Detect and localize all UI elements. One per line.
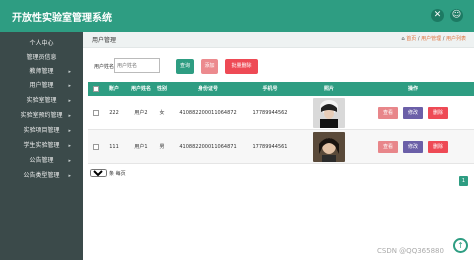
cell-id-card: 410882200011064872 — [179, 110, 237, 116]
sidebar-item-announcement-types[interactable]: 公告类型管理 ▸ — [0, 170, 83, 182]
col-name: 用户姓名 — [130, 86, 151, 92]
pagination-size: 10条 每页 — [90, 169, 126, 177]
cell-account: 111 — [109, 144, 119, 150]
select-all-checkbox[interactable] — [93, 86, 99, 92]
sidebar-item-student-experiments[interactable]: 学生实验管理 ▸ — [0, 140, 83, 152]
batch-delete-button[interactable]: 批量删除 — [225, 59, 258, 74]
sidebar-item-label: 公告类型管理 — [23, 172, 60, 179]
sidebar-item-label: 用户管理 — [29, 82, 54, 89]
sidebar-item-label: 公告管理 — [29, 157, 54, 164]
breadcrumb-current[interactable]: 用户管理 — [421, 36, 441, 42]
breadcrumb-home[interactable]: 首页 — [406, 36, 416, 42]
cell-name: 用户1 — [134, 144, 148, 150]
sidebar-item-admin-info[interactable]: 管理员信息 — [0, 52, 83, 64]
sidebar-item-users[interactable]: 用户管理 ▸ — [0, 80, 83, 92]
delete-button[interactable]: 删除 — [428, 141, 448, 153]
user-photo — [313, 132, 345, 162]
cell-name: 用户2 — [134, 110, 148, 116]
sidebar-item-teachers[interactable]: 教师管理 ▸ — [0, 66, 83, 78]
search-input[interactable] — [114, 58, 160, 73]
table-row: 111 用户1 男 410882200011064871 17789944561… — [88, 130, 474, 164]
user-table: 账户 用户姓名 性别 身份证号 手机号 照片 操作 222 用户2 女 4108… — [88, 82, 474, 164]
col-photo: 照片 — [323, 86, 334, 92]
cell-gender: 男 — [159, 144, 165, 150]
app-title: 开放性实验室管理系统 — [12, 13, 112, 24]
page-title: 用户管理 — [92, 37, 117, 44]
row-checkbox[interactable] — [93, 144, 99, 150]
cell-id-card: 410882200011064871 — [179, 144, 237, 150]
page-size-select[interactable]: 10 — [90, 169, 107, 177]
search-label: 用户姓名 — [94, 64, 115, 70]
sidebar-item-label: 个人中心 — [29, 40, 54, 47]
sidebar-item-label: 实验室预约管理 — [20, 112, 63, 119]
tools-icon[interactable]: ✕ — [431, 9, 444, 22]
sidebar-item-announcements[interactable]: 公告管理 ▸ — [0, 155, 83, 167]
home-icon[interactable]: ⌂ — [401, 36, 404, 42]
table-row: 222 用户2 女 410882200011064872 17789944562… — [88, 96, 474, 130]
table-header: 账户 用户姓名 性别 身份证号 手机号 照片 操作 — [88, 82, 474, 96]
col-gender: 性别 — [156, 86, 167, 92]
watermark: CSDN @QQ365880 — [377, 247, 444, 255]
page-number-button[interactable]: 1 — [459, 176, 468, 186]
row-checkbox[interactable] — [93, 110, 99, 116]
col-id-card: 身份证号 — [197, 86, 218, 92]
delete-button[interactable]: 删除 — [428, 107, 448, 119]
chevron-right-icon: ▸ — [68, 158, 71, 164]
cell-phone: 17789944562 — [252, 110, 288, 116]
edit-button[interactable]: 修改 — [403, 107, 423, 119]
sidebar-item-label: 管理员信息 — [26, 54, 57, 61]
chevron-right-icon: ▸ — [68, 173, 71, 179]
chevron-right-icon: ▸ — [68, 69, 71, 75]
chevron-right-icon: ▸ — [68, 143, 71, 149]
sidebar: 个人中心 管理员信息 教师管理 ▸ 用户管理 ▸ 实验室管理 ▸ 实验室预约管理 ▸ 实… — [0, 32, 83, 260]
breadcrumb-separator: / — [417, 36, 420, 42]
sidebar-item-lab-booking[interactable]: 实验室预约管理 ▸ — [0, 110, 83, 122]
chevron-right-icon: ▸ — [68, 113, 71, 119]
cell-phone: 17789944561 — [252, 144, 288, 150]
cell-account: 222 — [109, 110, 119, 116]
sidebar-item-labs[interactable]: 实验室管理 ▸ — [0, 95, 83, 107]
col-actions: 操作 — [407, 86, 418, 92]
edit-button[interactable]: 修改 — [403, 141, 423, 153]
cell-gender: 女 — [159, 110, 165, 116]
sidebar-item-lab-projects[interactable]: 实验项目管理 ▸ — [0, 125, 83, 137]
sidebar-item-label: 实验室管理 — [26, 97, 57, 104]
chevron-right-icon: ▸ — [68, 98, 71, 104]
sidebar-item-label: 实验项目管理 — [23, 127, 60, 134]
back-to-top-icon[interactable]: ↑ — [453, 238, 468, 253]
page-size-suffix: 条 每页 — [109, 171, 126, 177]
col-phone: 手机号 — [262, 86, 278, 92]
user-photo — [313, 98, 345, 128]
view-button[interactable]: 查看 — [378, 141, 398, 153]
sidebar-item-label: 学生实验管理 — [23, 142, 60, 149]
query-button[interactable]: 查询 — [176, 59, 194, 74]
user-icon[interactable]: ☺ — [450, 9, 463, 22]
chevron-right-icon: ▸ — [68, 83, 71, 89]
sidebar-item-label: 教师管理 — [29, 68, 54, 75]
add-button[interactable]: 添加 — [201, 59, 218, 74]
chevron-right-icon: ▸ — [68, 128, 71, 134]
breadcrumb-last: 用户列表 — [445, 36, 466, 42]
top-bar: 开放性实验室管理系统 ✕ ☺ — [0, 0, 474, 32]
sidebar-item-profile[interactable]: 个人中心 — [0, 38, 83, 50]
view-button[interactable]: 查看 — [378, 107, 398, 119]
col-account: 账户 — [108, 86, 119, 92]
breadcrumb-separator: / — [442, 36, 445, 42]
breadcrumb: ⌂ 首页 / 用户管理 / 用户列表 — [401, 35, 466, 42]
